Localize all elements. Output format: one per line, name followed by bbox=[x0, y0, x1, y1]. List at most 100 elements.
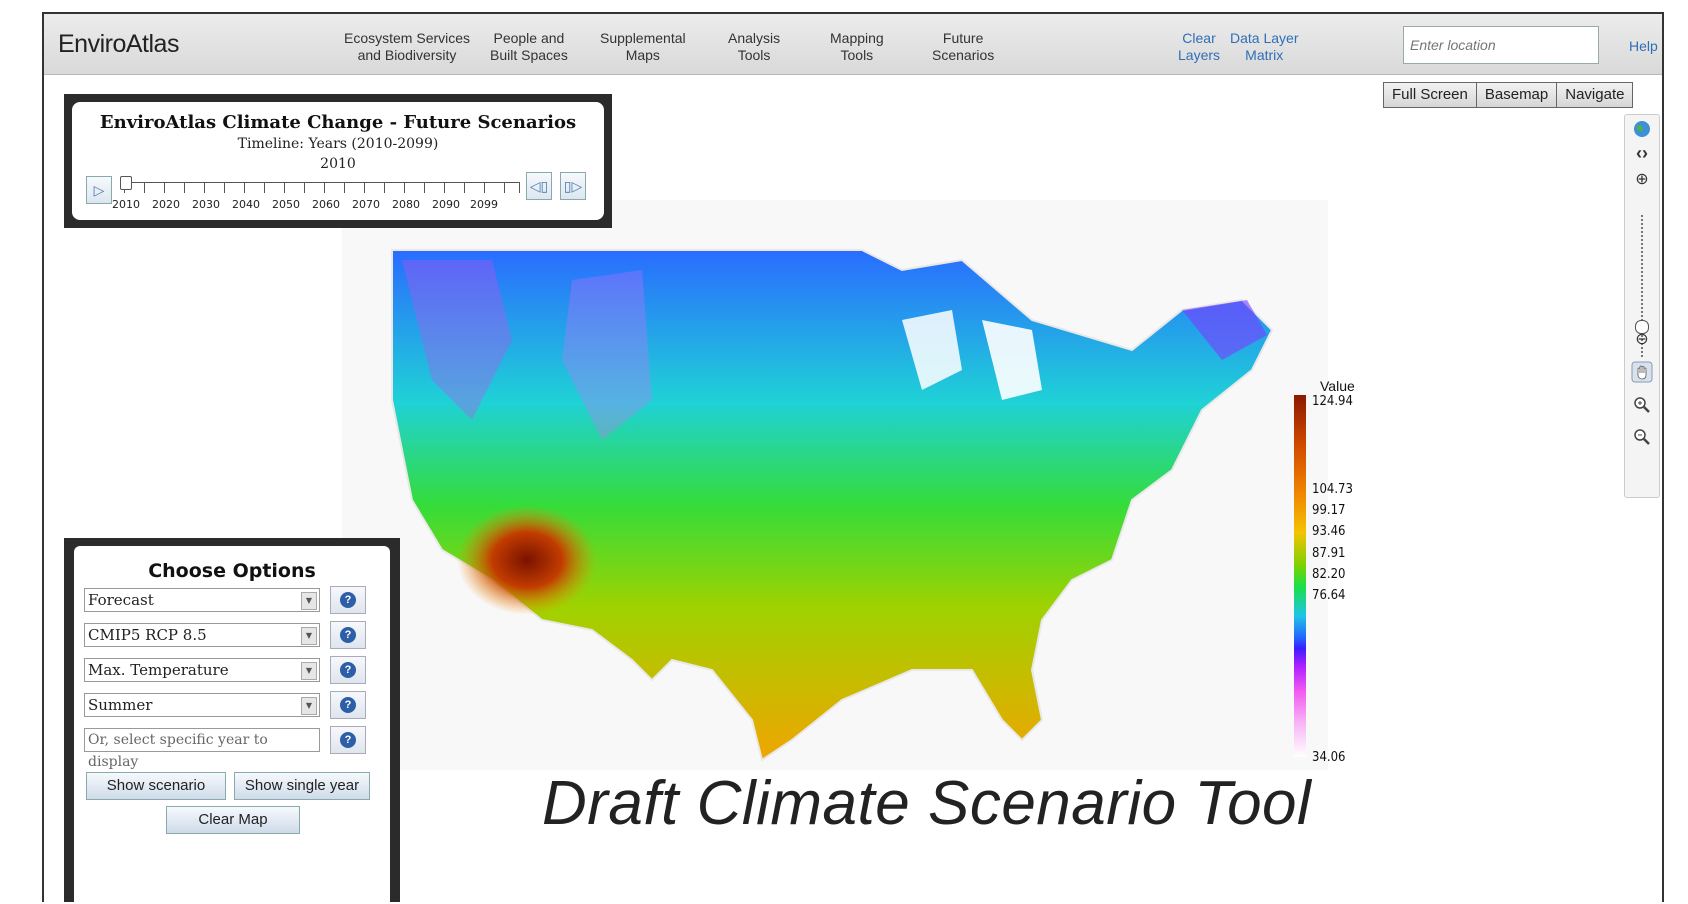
timeline-subtitle: Timeline: Years (2010-2099) bbox=[237, 136, 439, 152]
step-forward-icon: ▯▷ bbox=[563, 178, 583, 194]
timeline-tick-label: 2070 bbox=[352, 198, 380, 211]
timeline-tick bbox=[164, 183, 165, 193]
timeline-tick bbox=[519, 183, 520, 193]
timeline-tick bbox=[384, 183, 385, 193]
pan-arrows-icon[interactable]: ‹› bbox=[1625, 143, 1659, 164]
nav-people-built-spaces[interactable]: People and Built Spaces bbox=[490, 30, 568, 64]
model-help-button[interactable]: ? bbox=[330, 621, 366, 649]
timeline-tick bbox=[144, 183, 145, 193]
timeline-slider-handle[interactable] bbox=[120, 176, 132, 190]
basemap-button[interactable]: Basemap bbox=[1475, 82, 1558, 108]
variable-help-button[interactable]: ? bbox=[330, 656, 366, 684]
map-navigation-panel: ‹› ⊕ ⊖ bbox=[1624, 114, 1660, 498]
nav-mapping-tools[interactable]: Mapping Tools bbox=[830, 30, 884, 64]
brand-logo[interactable]: EnviroAtlas bbox=[58, 30, 179, 59]
timeline-tick bbox=[324, 183, 325, 193]
season-help-button[interactable]: ? bbox=[330, 691, 366, 719]
timeline-tick bbox=[224, 183, 225, 193]
conus-temperature-map bbox=[391, 249, 1274, 762]
nav-supplemental-maps[interactable]: Supplemental Maps bbox=[600, 30, 686, 64]
season-select[interactable]: Summer ▼ bbox=[84, 693, 320, 717]
zoom-in-small-icon[interactable]: ⊕ bbox=[1625, 169, 1659, 189]
timeline-tick bbox=[464, 183, 465, 193]
location-search-input[interactable] bbox=[1403, 26, 1599, 64]
timeline-tick-label: 2030 bbox=[192, 198, 220, 211]
full-screen-button[interactable]: Full Screen bbox=[1383, 82, 1477, 108]
timeline-tick bbox=[284, 183, 285, 193]
step-forward-button[interactable]: ▯▷ bbox=[560, 172, 586, 200]
legend-title: Value bbox=[1320, 378, 1355, 394]
timeline-tick-label: 2090 bbox=[432, 198, 460, 211]
slide-caption: Draft Climate Scenario Tool bbox=[542, 769, 1312, 838]
timeline-tick bbox=[264, 183, 265, 193]
timeline-tick-label: 2099 bbox=[470, 198, 498, 211]
navigate-button[interactable]: Navigate bbox=[1556, 82, 1634, 108]
help-question-icon: ? bbox=[340, 627, 356, 643]
zoom-out-small-icon[interactable]: ⊖ bbox=[1625, 329, 1659, 349]
legend-value: 99.17 bbox=[1312, 503, 1346, 518]
nav-analysis-tools[interactable]: Analysis Tools bbox=[728, 30, 780, 64]
options-content: Choose Options Forecast ▼ ? CMIP5 RCP 8.… bbox=[74, 546, 390, 902]
timeline-tick bbox=[484, 183, 485, 193]
help-question-icon: ? bbox=[340, 697, 356, 713]
globe-icon[interactable] bbox=[1625, 119, 1659, 144]
play-button[interactable]: ▷ bbox=[86, 176, 112, 204]
step-back-icon: ◁▯ bbox=[529, 178, 549, 194]
choose-options-panel: Choose Options Forecast ▼ ? CMIP5 RCP 8.… bbox=[64, 538, 400, 902]
timeline-tick-label: 2020 bbox=[152, 198, 180, 211]
timeline-tick bbox=[444, 183, 445, 193]
timeline-title: EnviroAtlas Climate Change - Future Scen… bbox=[99, 112, 577, 133]
zoom-in-icon[interactable] bbox=[1625, 395, 1659, 420]
clear-map-button[interactable]: Clear Map bbox=[166, 806, 300, 834]
timeline-tick bbox=[424, 183, 425, 193]
nav-future-scenarios[interactable]: Future Scenarios bbox=[932, 30, 994, 64]
clear-layers-link[interactable]: Clear Layers bbox=[1178, 30, 1220, 64]
timeline-content: EnviroAtlas Climate Change - Future Scen… bbox=[72, 102, 604, 220]
help-link[interactable]: Help bbox=[1629, 38, 1658, 54]
timeline-tick-label: 2080 bbox=[392, 198, 420, 211]
chevron-down-icon: ▼ bbox=[301, 662, 317, 680]
timeline-tick bbox=[244, 183, 245, 193]
timeline-tick bbox=[304, 183, 305, 193]
variable-select[interactable]: Max. Temperature ▼ bbox=[84, 658, 320, 682]
forecast-select[interactable]: Forecast ▼ bbox=[84, 588, 320, 612]
timeline-tick bbox=[344, 183, 345, 193]
zoom-out-icon[interactable] bbox=[1625, 427, 1659, 452]
nav-ecosystem-services[interactable]: Ecosystem Services and Biodiversity bbox=[344, 30, 470, 64]
timeline-tick-label: 2050 bbox=[272, 198, 300, 211]
legend-value: 87.91 bbox=[1312, 546, 1346, 561]
timeline-tick bbox=[184, 183, 185, 193]
timeline-tick bbox=[364, 183, 365, 193]
legend-value: 93.46 bbox=[1312, 524, 1346, 539]
year-help-button[interactable]: ? bbox=[330, 726, 366, 754]
chevron-down-icon: ▼ bbox=[301, 697, 317, 715]
legend-value: 82.20 bbox=[1312, 567, 1346, 582]
forecast-help-button[interactable]: ? bbox=[330, 586, 366, 614]
help-question-icon: ? bbox=[340, 592, 356, 608]
year-input[interactable]: Or, select specific year to display bbox=[84, 728, 320, 770]
help-question-icon: ? bbox=[340, 732, 356, 748]
data-layer-matrix-link[interactable]: Data Layer Matrix bbox=[1230, 30, 1298, 64]
legend-value: 76.64 bbox=[1312, 588, 1346, 603]
show-single-year-button[interactable]: Show single year bbox=[234, 772, 370, 800]
climate-map[interactable] bbox=[342, 200, 1328, 770]
legend-color-ramp bbox=[1294, 395, 1306, 757]
play-icon: ▷ bbox=[93, 182, 105, 198]
view-toolbar: Full Screen Basemap Navigate bbox=[1383, 82, 1634, 108]
timeline-tick-label: 2060 bbox=[312, 198, 340, 211]
step-back-button[interactable]: ◁▯ bbox=[526, 172, 552, 200]
timeline-panel: EnviroAtlas Climate Change - Future Scen… bbox=[64, 94, 612, 228]
legend-value: 34.06 bbox=[1312, 750, 1346, 765]
help-question-icon: ? bbox=[340, 662, 356, 678]
legend-value: 124.94 bbox=[1312, 394, 1353, 409]
chevron-down-icon: ▼ bbox=[301, 592, 317, 610]
timeline-tick bbox=[504, 183, 505, 193]
chevron-down-icon: ▼ bbox=[301, 627, 317, 645]
pan-hand-icon[interactable] bbox=[1625, 361, 1659, 388]
options-title: Choose Options bbox=[148, 560, 316, 582]
timeline-tick-label: 2040 bbox=[232, 198, 260, 211]
timeline-track[interactable] bbox=[124, 182, 520, 197]
model-select[interactable]: CMIP5 RCP 8.5 ▼ bbox=[84, 623, 320, 647]
show-scenario-button[interactable]: Show scenario bbox=[86, 772, 226, 800]
timeline-current-year: 2010 bbox=[320, 156, 356, 172]
